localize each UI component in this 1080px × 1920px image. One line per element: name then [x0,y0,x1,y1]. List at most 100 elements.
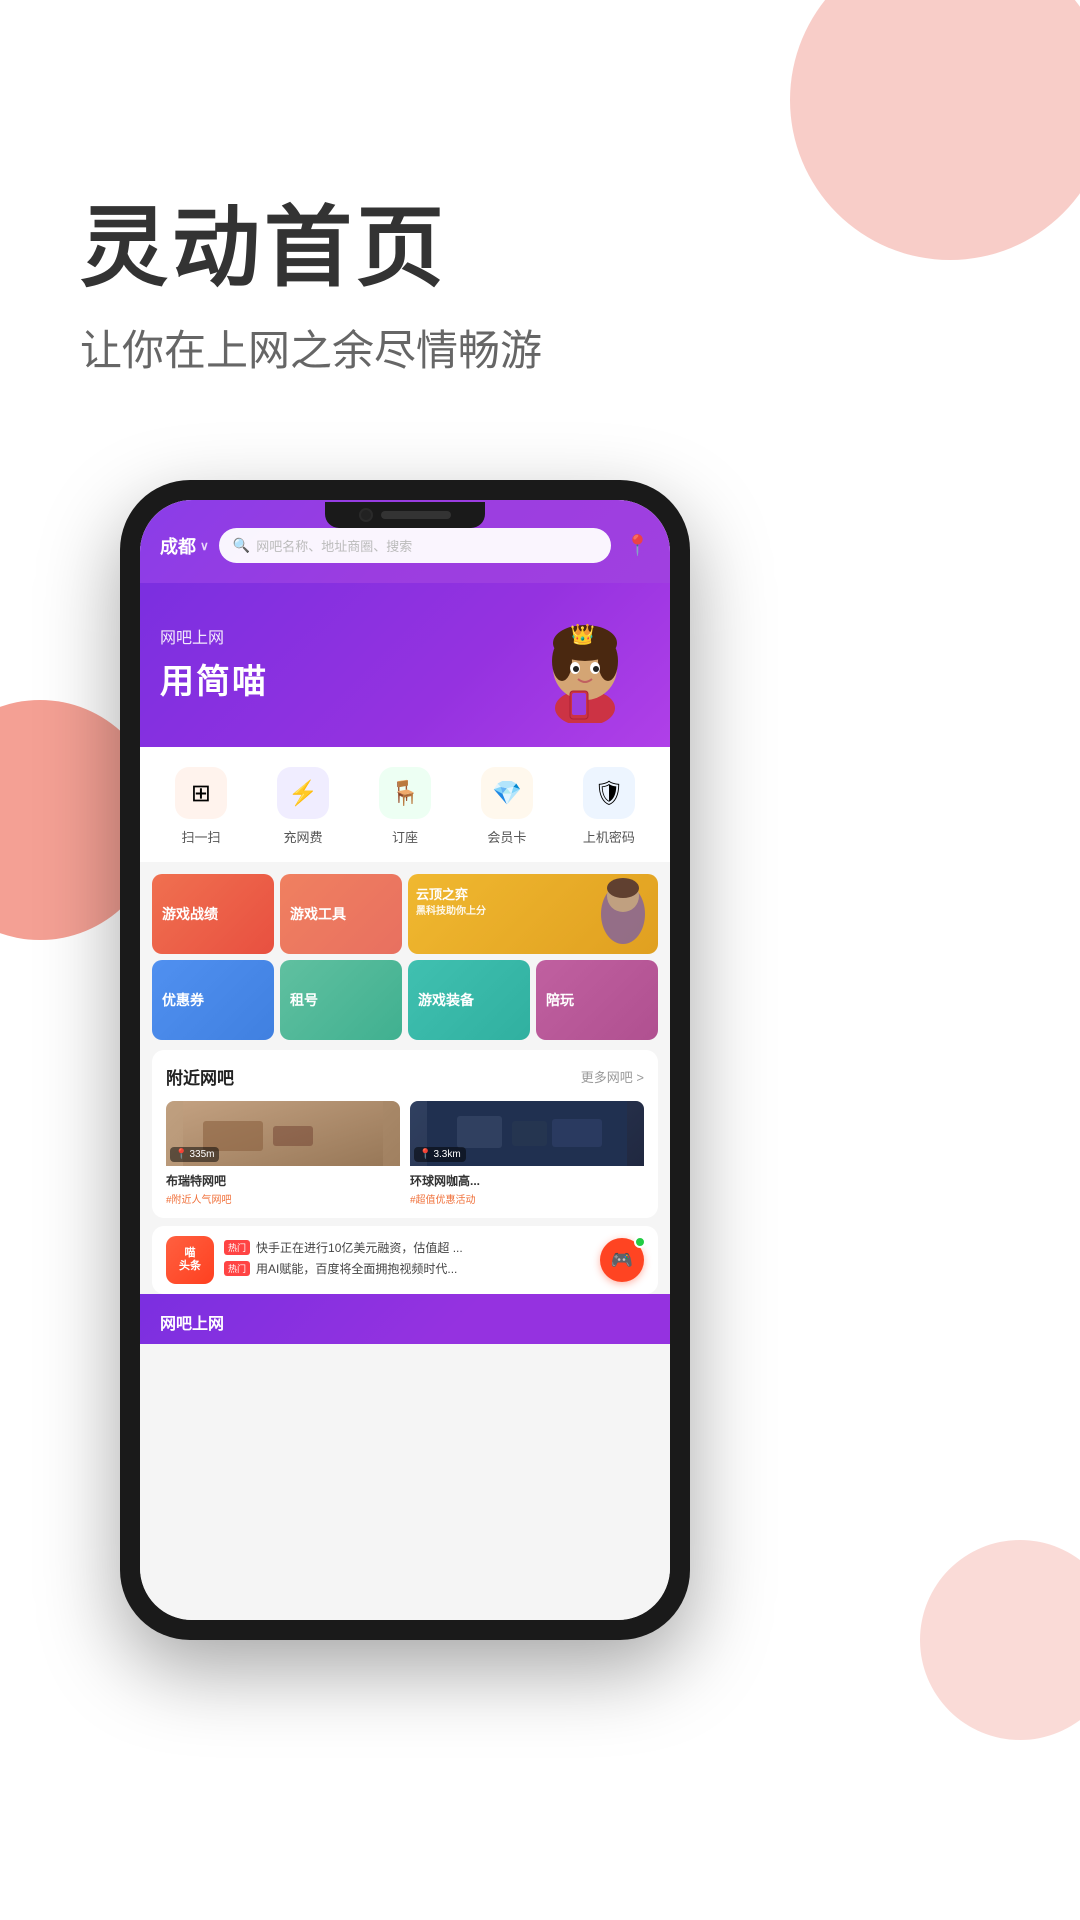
news-float-button[interactable]: 🎮 [600,1238,644,1282]
news-section: 喵头条 热门 快手正在进行10亿美元融资，估值超 ... 热门 用AI赋能，百度… [152,1226,658,1294]
action-member[interactable]: 💎 会员卡 [481,767,533,846]
nearby-item-2[interactable]: 📍 3.3km 环球网咖高... #超值优惠活动 [410,1101,644,1208]
scan-icon-wrap: ⊞ [175,767,227,819]
nearby-dist-text-2: 3.3km [433,1149,460,1160]
phone-screen: 成都 ∨ 🔍 网吧名称、地址商圈、搜索 📍 网吧上网 用简喵 [140,500,670,1620]
book-icon: 🪑 [390,779,420,808]
charge-label: 充网费 [283,827,322,846]
news-list: 热门 快手正在进行10亿美元融资，估值超 ... 热门 用AI赋能，百度将全面拥… [224,1239,590,1281]
news-hot-tag-1: 热门 [224,1240,250,1255]
action-scan[interactable]: ⊞ 扫一扫 [175,767,227,846]
phone-mockup: 成都 ∨ 🔍 网吧名称、地址商圈、搜索 📍 网吧上网 用简喵 [120,480,690,1640]
grid-rent[interactable]: 租号 [280,960,402,1040]
nearby-tag-2: #超值优惠活动 [410,1191,644,1206]
rent-label: 租号 [290,990,318,1010]
grid-game-tools[interactable]: 游戏工具 [280,874,402,954]
nearby-list: 📍 335m 布瑞特网吧 #附近人气网吧 [166,1101,644,1208]
nearby-item-1[interactable]: 📍 335m 布瑞特网吧 #附近人气网吧 [166,1101,400,1208]
news-hot-tag-2: 热门 [224,1261,250,1276]
search-placeholder: 网吧名称、地址商圈、搜索 [256,536,412,555]
app-screen: 成都 ∨ 🔍 网吧名称、地址商圈、搜索 📍 网吧上网 用简喵 [140,500,670,1620]
partial-banner: 网吧上网 [140,1294,670,1344]
equipment-label: 游戏装备 [418,990,474,1010]
password-label: 上机密码 [583,827,635,846]
book-icon-wrap: 🪑 [379,767,431,819]
grid-coupon[interactable]: 优惠券 [152,960,274,1040]
grid-section: 游戏战绩 游戏工具 云顶之弈 黑科技助你上分 [140,862,670,1040]
quick-actions: ⊞ 扫一扫 ⚡ 充网费 🪑 订座 [140,747,670,862]
charge-icon: ⚡ [288,779,318,808]
nearby-dist-text-1: 335m [189,1149,214,1160]
banner-big-text: 用简喵 [160,654,520,703]
hero-section: 灵动首页 让你在上网之余尽情畅游 [80,200,542,378]
nearby-distance-2: 📍 3.3km [414,1147,466,1162]
nearby-info-2: 环球网咖高... #超值优惠活动 [410,1166,644,1208]
member-label: 会员卡 [487,827,526,846]
action-password[interactable]: 🛡 上机密码 [583,767,635,846]
scan-icon: ⊞ [191,779,211,808]
news-text-2: 用AI赋能，百度将全面拥抱视频时代... [256,1260,457,1277]
partial-banner-text: 网吧上网 [160,1310,224,1334]
app-banner: 网吧上网 用简喵 [140,583,670,747]
news-logo: 喵头条 [166,1236,214,1284]
banner-text: 网吧上网 用简喵 [160,624,520,703]
deco-circle-right [920,1540,1080,1740]
nearby-name-2: 环球网咖高... [410,1172,644,1189]
password-icon: 🛡 [594,779,624,808]
news-item-1[interactable]: 热门 快手正在进行10亿美元融资，估值超 ... [224,1239,590,1256]
member-icon-wrap: 💎 [481,767,533,819]
cloud-character-svg [593,874,653,949]
location-pin-icon[interactable]: 📍 [625,533,650,558]
nearby-section: 附近网吧 更多网吧 > [152,1050,658,1218]
search-icon: 🔍 [233,537,250,554]
news-item-2[interactable]: 热门 用AI赋能，百度将全面拥抱视频时代... [224,1260,590,1277]
phone-speaker [381,511,451,519]
book-label: 订座 [392,827,418,846]
grid-game-score[interactable]: 游戏战绩 [152,874,274,954]
scan-label: 扫一扫 [181,827,220,846]
banner-top-text: 网吧上网 [160,624,520,648]
deco-circle-top [790,0,1080,260]
svg-text:👑: 👑 [570,623,595,646]
news-float-dot [634,1236,646,1248]
companion-label: 陪玩 [546,990,574,1010]
nearby-header: 附近网吧 更多网吧 > [166,1064,644,1089]
banner-character: 👑 [520,603,650,723]
phone-notch [325,502,485,528]
nearby-info-1: 布瑞特网吧 #附近人气网吧 [166,1166,400,1208]
password-icon-wrap: 🛡 [583,767,635,819]
location-icon-small-2: 📍 [419,1149,431,1160]
cloud-title: 云顶之弈 [416,884,468,903]
hero-subtitle: 让你在上网之余尽情畅游 [80,317,542,378]
nearby-tag-1: #附近人气网吧 [166,1191,400,1206]
action-charge[interactable]: ⚡ 充网费 [277,767,329,846]
location-text: 成都 [160,533,196,559]
news-text-1: 快手正在进行10亿美元融资，估值超 ... [256,1239,463,1256]
hero-title: 灵动首页 [80,200,542,297]
charge-icon-wrap: ⚡ [277,767,329,819]
nearby-title: 附近网吧 [166,1064,234,1089]
cloud-subtitle: 黑科技助你上分 [416,902,486,917]
phone-camera [359,508,373,522]
location-button[interactable]: 成都 ∨ [160,533,209,559]
member-icon: 💎 [492,779,522,808]
game-score-label: 游戏战绩 [162,904,218,924]
nearby-more[interactable]: 更多网吧 > [581,1067,644,1086]
nearby-name-1: 布瑞特网吧 [166,1172,400,1189]
grid-equipment[interactable]: 游戏装备 [408,960,530,1040]
nearby-img-1: 📍 335m [166,1101,400,1166]
action-book[interactable]: 🪑 订座 [379,767,431,846]
game-tools-label: 游戏工具 [290,904,346,924]
location-arrow-icon: ∨ [200,539,209,553]
phone-frame: 成都 ∨ 🔍 网吧名称、地址商圈、搜索 📍 网吧上网 用简喵 [120,480,690,1640]
grid-companion[interactable]: 陪玩 [536,960,658,1040]
nearby-img-2: 📍 3.3km [410,1101,644,1166]
location-icon-small-1: 📍 [175,1149,187,1160]
character-svg: 👑 [520,603,650,723]
search-bar[interactable]: 🔍 网吧名称、地址商圈、搜索 [219,528,611,563]
coupon-label: 优惠券 [162,990,204,1010]
news-logo-text: 喵头条 [179,1247,201,1273]
grid-cloud[interactable]: 云顶之弈 黑科技助你上分 [408,874,658,954]
news-float-icon: 🎮 [611,1250,633,1271]
nearby-distance-1: 📍 335m [170,1147,219,1162]
